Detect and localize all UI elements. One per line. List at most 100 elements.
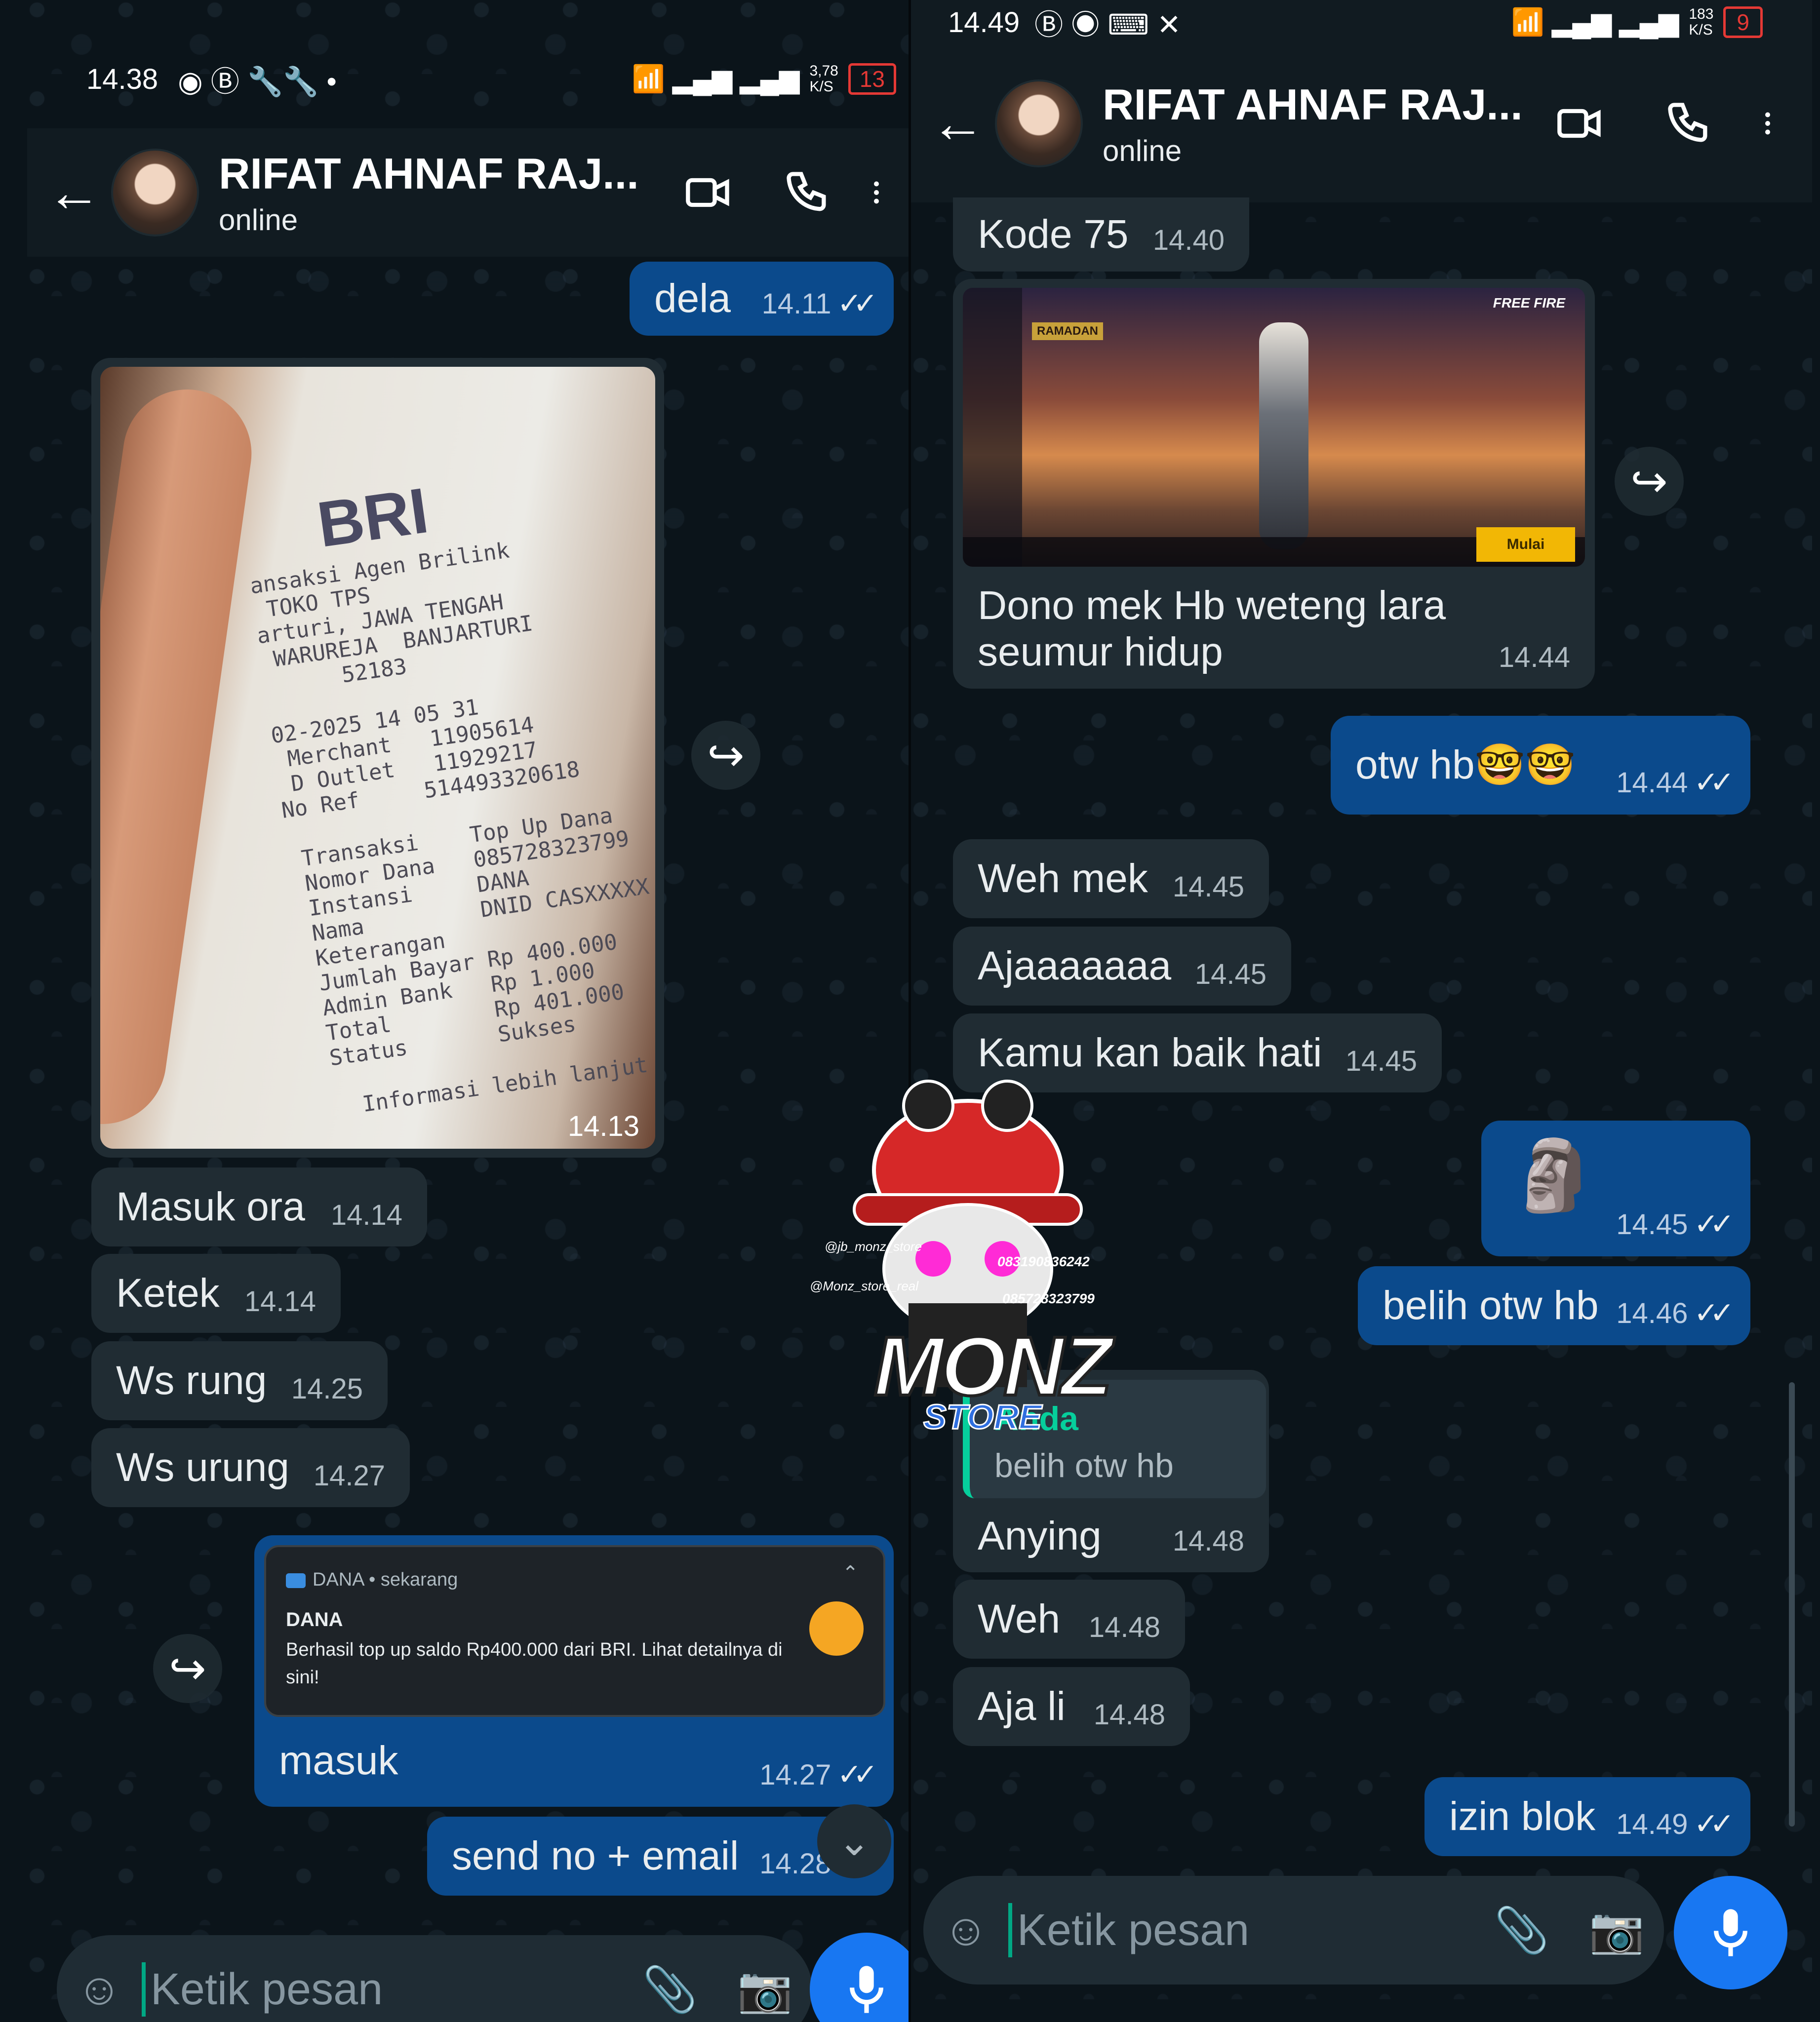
- contact-avatar[interactable]: [995, 79, 1083, 167]
- dana-notification-image[interactable]: DANA • sekarang DANA Berhasil top up sal…: [264, 1545, 885, 1717]
- mic-button[interactable]: [1674, 1876, 1787, 1989]
- message-time: 14.44: [1498, 641, 1570, 673]
- message-time: 14.25: [291, 1373, 363, 1405]
- message-input[interactable]: ☺ Ketik pesan 📎 📷: [923, 1876, 1664, 1984]
- message-time: 14.48: [1088, 1611, 1160, 1643]
- contact-name: RIFAT AHNAF RAJ...: [219, 149, 639, 198]
- message-incoming[interactable]: Kode 75 14.40: [953, 197, 1249, 272]
- message-incoming[interactable]: Weh mek 14.45: [953, 839, 1269, 918]
- signal-icon: 📶 ▂▄▆ ▂▄▆: [632, 64, 800, 94]
- message-incoming[interactable]: Aja li 14.48: [953, 1667, 1190, 1746]
- contact-status: online: [1103, 134, 1182, 167]
- message-outgoing[interactable]: izin blok 14.49 ✓✓: [1424, 1777, 1750, 1856]
- chat-header: ← RIFAT AHNAF RAJ... online: [27, 128, 911, 257]
- message-incoming[interactable]: Masuk ora 14.14: [91, 1167, 427, 1246]
- instagram-handle: @Monz_store_real: [810, 1279, 919, 1293]
- input-placeholder: Ketik pesan: [1008, 1903, 1474, 1957]
- message-text: izin blok: [1449, 1794, 1596, 1839]
- mic-button[interactable]: [810, 1933, 911, 2022]
- message-meta: 14.44 ✓✓: [1616, 765, 1735, 800]
- photo-message[interactable]: RAMADAN FREE FIRE Mulai Dono mek Hb wete…: [953, 279, 1595, 689]
- receipt-photo[interactable]: BRI ansaksi Agen Brilink TOKO TPS arturi…: [100, 367, 655, 1149]
- emoji-sticker-icon[interactable]: ☺: [77, 1964, 122, 2015]
- message-text: Kode 75: [978, 212, 1129, 257]
- finger-image: [100, 381, 260, 1132]
- contact-avatar[interactable]: [111, 149, 199, 236]
- contact-status: online: [219, 203, 298, 236]
- left-chat-screenshot: 14.38 ◉ Ⓑ 🔧🔧 • 📶 ▂▄▆ ▂▄▆ 3,78 K/S 13 ← R…: [27, 0, 911, 2022]
- message-input[interactable]: ☺ Ketik pesan 📎 📷: [57, 1935, 812, 2022]
- back-arrow-icon[interactable]: ←: [931, 96, 985, 151]
- read-ticks-icon: ✓✓: [837, 287, 877, 320]
- message-incoming[interactable]: Ws urung 14.27: [91, 1428, 410, 1507]
- notif-app-line: DANA • sekarang: [286, 1569, 458, 1591]
- message-text: masuk: [279, 1738, 398, 1783]
- message-text: otw hb🤓🤓: [1355, 742, 1576, 787]
- contact-info[interactable]: RIFAT AHNAF RAJ... online: [1103, 79, 1526, 168]
- message-outgoing[interactable]: dela 14.11 ✓✓: [630, 262, 894, 336]
- message-meta: 14.27 ✓✓: [759, 1757, 878, 1792]
- camera-icon[interactable]: 📷: [737, 1964, 792, 2016]
- contact-name: RIFAT AHNAF RAJ...: [1103, 79, 1523, 129]
- attach-icon[interactable]: 📎: [642, 1964, 698, 2016]
- input-placeholder: Ketik pesan: [141, 1962, 623, 2017]
- battery-indicator: 13: [848, 63, 896, 95]
- message-meta: 14.49 ✓✓: [1616, 1807, 1735, 1841]
- voice-call-icon[interactable]: [783, 168, 832, 217]
- scrollbar[interactable]: [1789, 1382, 1795, 1827]
- tiktok-handle: @jb_monz_store: [825, 1239, 922, 1254]
- more-options-icon[interactable]: [1753, 99, 1782, 148]
- contact-info[interactable]: RIFAT AHNAF RAJ... online: [219, 149, 654, 237]
- message-outgoing-emoji[interactable]: 🗿 14.45 ✓✓: [1481, 1121, 1750, 1256]
- message-outgoing[interactable]: belih otw hb 14.46 ✓✓: [1358, 1266, 1750, 1345]
- back-arrow-icon[interactable]: ←: [47, 165, 101, 220]
- more-options-icon[interactable]: [862, 168, 891, 217]
- message-time: 14.45: [1345, 1045, 1417, 1077]
- whatsapp-icon: ◉ Ⓑ 🔧🔧 •: [178, 66, 337, 98]
- phone-number-1: 083190836242: [997, 1254, 1090, 1269]
- voice-call-icon[interactable]: [1664, 99, 1713, 148]
- message-time: 14.45: [1616, 1208, 1688, 1241]
- video-call-icon[interactable]: [684, 168, 733, 217]
- net-speed: 183 K/S: [1689, 6, 1714, 38]
- photo-message[interactable]: BRI ansaksi Agen Brilink TOKO TPS arturi…: [91, 358, 664, 1158]
- dana-avatar-icon: [809, 1601, 864, 1656]
- message-time: 14.14: [330, 1199, 402, 1231]
- forward-icon[interactable]: ↪: [153, 1634, 222, 1703]
- game-screenshot[interactable]: RAMADAN FREE FIRE Mulai: [963, 288, 1585, 567]
- camera-icon[interactable]: 📷: [1589, 1905, 1644, 1956]
- message-incoming[interactable]: Ws rung 14.25: [91, 1341, 388, 1420]
- read-ticks-icon: ✓✓: [1694, 766, 1734, 799]
- video-call-icon[interactable]: [1555, 99, 1605, 148]
- forward-icon[interactable]: ↪: [691, 721, 760, 790]
- message-meta: 14.45 ✓✓: [1616, 1207, 1735, 1242]
- message-time: 14.27: [313, 1460, 385, 1492]
- message-outgoing[interactable]: otw hb🤓🤓 14.44 ✓✓: [1331, 716, 1750, 815]
- game-brand: FREE FIRE: [1493, 295, 1565, 311]
- message-incoming[interactable]: Ketek 14.14: [91, 1254, 341, 1333]
- attach-icon[interactable]: 📎: [1494, 1905, 1549, 1956]
- notif-title: DANA: [286, 1609, 343, 1631]
- game-event-label: RAMADAN: [1032, 322, 1103, 340]
- net-speed: 3,78 K/S: [809, 63, 838, 95]
- read-ticks-icon: ✓✓: [1694, 1296, 1734, 1329]
- message-text: Weh mek: [978, 856, 1148, 901]
- scroll-down-icon[interactable]: ⌄: [817, 1804, 891, 1878]
- message-incoming[interactable]: Weh 14.48: [953, 1580, 1185, 1659]
- message-outgoing-with-screenshot[interactable]: DANA • sekarang DANA Berhasil top up sal…: [254, 1535, 894, 1807]
- signal-icon: 📶 ▂▄▆ ▂▄▆: [1511, 7, 1679, 37]
- message-incoming[interactable]: Ajaaaaaaa 14.45: [953, 927, 1291, 1006]
- message-text: dela: [654, 276, 731, 321]
- message-time: 14.44: [1616, 767, 1688, 799]
- message-text: Weh: [978, 1596, 1061, 1641]
- brand-sub-text: STORE: [923, 1397, 1043, 1437]
- message-text: Ws rung: [116, 1358, 267, 1403]
- forward-icon[interactable]: ↪: [1615, 447, 1684, 516]
- emoji-sticker-icon[interactable]: ☺: [943, 1905, 989, 1956]
- photo-time: 14.13: [567, 1110, 639, 1142]
- collapse-icon[interactable]: ⌃: [842, 1562, 859, 1585]
- mic-icon: [850, 1966, 883, 2013]
- bri-logo-text: BRI: [313, 474, 433, 561]
- message-time: 14.40: [1152, 224, 1225, 256]
- battery-indicator: 9: [1723, 6, 1763, 38]
